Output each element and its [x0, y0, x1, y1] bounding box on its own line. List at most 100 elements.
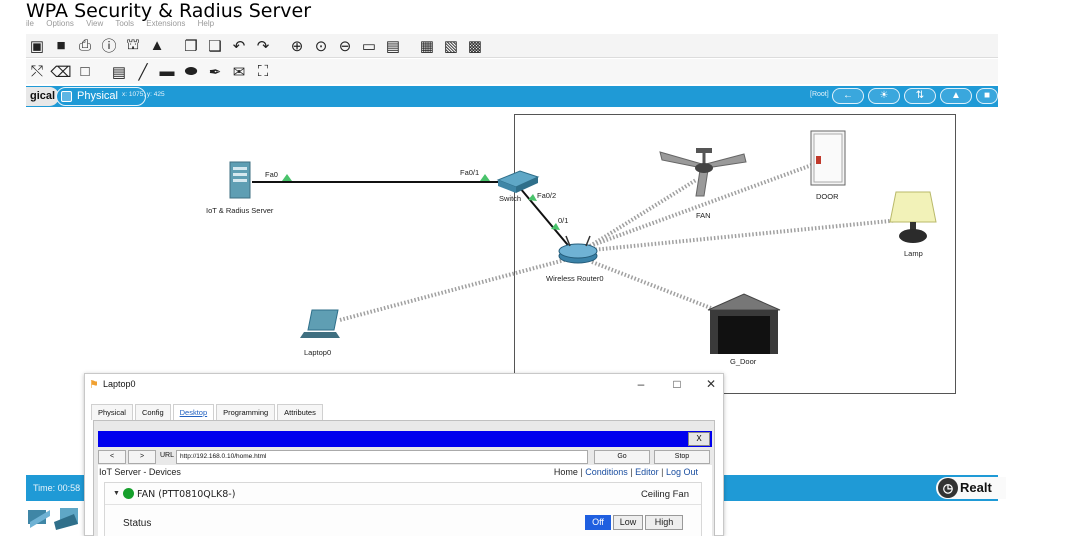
menu-bar: ile Options View Tools Extensions Help	[26, 19, 224, 31]
menu-tools[interactable]: Tools	[115, 19, 134, 28]
caret-down-icon[interactable]: ▼	[113, 490, 120, 497]
device-category-icons[interactable]	[26, 504, 86, 532]
complex-pdu-icon[interactable]: ⛶	[252, 62, 274, 82]
physical-view-icon	[61, 91, 72, 102]
redo-icon[interactable]: ↷	[252, 36, 274, 56]
zoom-out-icon[interactable]: ⊖	[334, 36, 356, 56]
browser-page: IoT Server - Devices Home | Conditions |…	[98, 465, 712, 536]
device-label-switch[interactable]: Switch	[499, 194, 521, 203]
go-button[interactable]: Go	[594, 450, 650, 464]
menu-extensions[interactable]: Extensions	[146, 19, 185, 28]
viewport-icon[interactable]: ■	[976, 88, 998, 104]
cursor-coordinates: x: 1075, y: 425	[122, 91, 165, 98]
save-icon[interactable]: ■	[50, 36, 72, 56]
device-card-header[interactable]: ▼ FAN (PTT0810QLK8-) Ceiling Fan	[105, 483, 701, 505]
device-label-laptop[interactable]: Laptop0	[304, 348, 331, 357]
status-off-button[interactable]: Off	[585, 515, 611, 530]
zoom-reset-icon[interactable]: ⊙	[310, 36, 332, 56]
select-icon[interactable]: ⤲	[26, 62, 48, 82]
port-label: Fa0/2	[537, 191, 557, 200]
link-log-out[interactable]: Log Out	[666, 467, 698, 477]
freeform-icon[interactable]: ✒	[204, 62, 226, 82]
dialog-title: Laptop0	[103, 379, 136, 389]
simulation-time: Time: 00:58	[33, 483, 81, 493]
zoom-in-icon[interactable]: ⊕	[286, 36, 308, 56]
device-label-lamp[interactable]: Lamp	[904, 249, 923, 258]
menu-view[interactable]: View	[86, 19, 103, 28]
link-conditions[interactable]: Conditions	[585, 467, 628, 477]
tab-config[interactable]: Config	[134, 404, 171, 420]
device-type: Ceiling Fan	[640, 489, 689, 500]
info-icon[interactable]: ⓘ	[98, 36, 120, 56]
menu-help[interactable]: Help	[198, 19, 214, 28]
print-icon[interactable]: ⎙	[74, 36, 96, 56]
menu-file[interactable]: ile	[26, 19, 34, 28]
status-label: Status	[123, 518, 152, 529]
status-high-button[interactable]: High	[645, 515, 683, 530]
realtime-mode-button[interactable]: ◷ Realt	[936, 477, 1006, 499]
url-input[interactable]: http://192.168.0.10/home.html	[176, 450, 588, 464]
application-window: { "video_title": "WPA Security & Radius …	[0, 0, 1080, 536]
device-label-garage[interactable]: G_Door	[730, 357, 756, 366]
move-object-icon[interactable]: ⇅	[904, 88, 936, 104]
drawing-toolbar: ⤲ ⌫ □ ▤ ╱ ▬ ⬬ ✒ ✉ ⛶	[26, 59, 998, 84]
minimize-button[interactable]: –	[631, 377, 651, 391]
pdu-list-icon[interactable]: ▧	[440, 36, 462, 56]
new-file-icon[interactable]: ▣	[26, 36, 48, 56]
url-label: URL	[160, 452, 175, 459]
link-editor[interactable]: Editor	[635, 467, 659, 477]
custom-devices-icon[interactable]: ▤	[382, 36, 404, 56]
new-cluster-icon[interactable]: ☀	[868, 88, 900, 104]
copy-icon[interactable]: ❐	[180, 36, 202, 56]
port-label: Fa0	[265, 170, 278, 179]
back-icon[interactable]: ←	[832, 88, 864, 104]
rectangle-icon[interactable]: ▬	[156, 62, 178, 82]
device-label-door[interactable]: DOOR	[816, 192, 839, 201]
device-card: ▼ FAN (PTT0810QLK8-) Ceiling Fan Status …	[104, 482, 702, 536]
image-icon[interactable]: ▩	[464, 36, 486, 56]
line-icon[interactable]: ╱	[132, 62, 154, 82]
link-home[interactable]: Home	[554, 467, 578, 477]
laptop-dialog: ⚑ Laptop0 – □ ✕ Physical Config Desktop …	[84, 373, 724, 536]
close-button[interactable]: ✕	[701, 377, 721, 391]
menu-options[interactable]: Options	[46, 19, 74, 28]
realtime-label: Realt	[960, 480, 992, 495]
dialog-tabs: Physical Config Desktop Programming Attr…	[91, 404, 325, 420]
dialog-titlebar[interactable]: ⚑ Laptop0 – □ ✕	[85, 374, 723, 396]
simple-pdu-icon[interactable]: ✉	[228, 62, 250, 82]
back-button[interactable]: <	[98, 450, 126, 464]
drawing-palette-icon[interactable]: ▭	[358, 36, 380, 56]
view-icon[interactable]: ▦	[416, 36, 438, 56]
undo-icon[interactable]: ↶	[228, 36, 250, 56]
activity-wizard-icon[interactable]: ▲	[146, 36, 168, 56]
mode-bar: gical Physical x: 1075, y: 425 [Root] ← …	[26, 86, 998, 107]
note-icon[interactable]: ▤	[108, 62, 130, 82]
device-label-fan[interactable]: FAN	[696, 211, 711, 220]
marquee-icon[interactable]: □	[74, 62, 96, 82]
set-background-icon[interactable]: ▲	[940, 88, 972, 104]
tab-logical[interactable]: gical	[26, 87, 60, 106]
status-low-button[interactable]: Low	[613, 515, 643, 530]
smart-home-zone	[514, 114, 956, 394]
laptop-icon: ⚑	[89, 379, 99, 391]
page-heading: IoT Server - Devices	[99, 467, 181, 477]
main-toolbar: ▣ ■ ⎙ ⓘ ⛫ ▲ ❐ ❑ ↶ ↷ ⊕ ⊙ ⊖ ▭ ▤ ▦ ▧ ▩	[26, 34, 998, 58]
paste-icon[interactable]: ❑	[204, 36, 226, 56]
maximize-button[interactable]: □	[667, 377, 687, 391]
stop-button[interactable]: Stop	[654, 450, 710, 464]
tab-attributes[interactable]: Attributes	[277, 404, 323, 420]
tab-desktop[interactable]: Desktop	[172, 404, 215, 420]
status-dot-icon	[123, 488, 134, 499]
tab-physical-config[interactable]: Physical	[91, 404, 133, 420]
tab-physical-label: Physical	[77, 90, 118, 102]
ellipse-icon[interactable]: ⬬	[180, 62, 202, 82]
root-label[interactable]: [Root]	[810, 91, 829, 98]
device-label-router[interactable]: Wireless Router0	[546, 274, 604, 283]
tab-programming[interactable]: Programming	[216, 404, 276, 420]
browser-close-button[interactable]: X	[688, 432, 710, 446]
delete-icon[interactable]: ⌫	[50, 62, 72, 82]
device-label-server[interactable]: IoT & Radius Server	[206, 206, 273, 215]
forward-button[interactable]: >	[128, 450, 156, 464]
network-wizard-icon[interactable]: ⛫	[122, 36, 144, 56]
page-nav-links: Home | Conditions | Editor | Log Out	[554, 467, 698, 477]
